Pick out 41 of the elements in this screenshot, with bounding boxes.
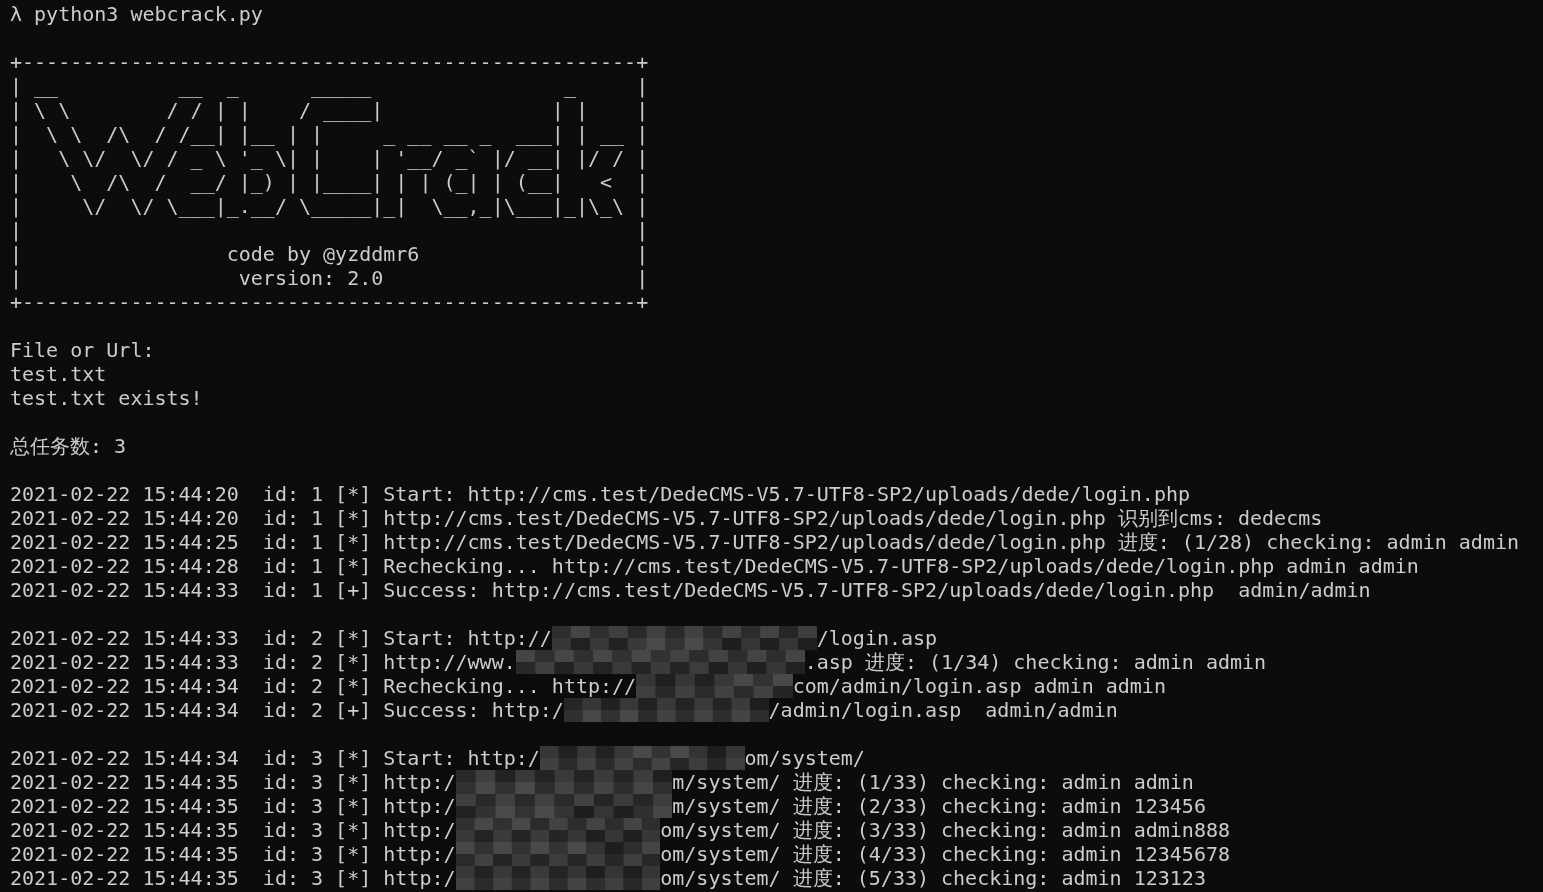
log-line: /admin/login.asp admin/admin — [768, 698, 1118, 722]
task-count: 总任务数: 3 — [10, 434, 127, 458]
log-line: 2021-02-22 15:44:20 id: 1 [*] http://cms.test/DedeCMS-V5.7-UTF8-SP2/uploads/dede/login.php 识别到cms: dedecms — [10, 506, 1323, 530]
banner-line: | | — [10, 218, 649, 242]
log-line: 2021-02-22 15:44:35 id: 3 [*] http:/ — [10, 770, 456, 794]
banner-line: | \ /\ / __/ |_) | |____| | | (_| | (__| < | — [10, 170, 649, 194]
log-line: m/system/ 进度: (2/33) checking: admin 123456 — [672, 794, 1206, 818]
output-line: test.txt — [10, 362, 107, 386]
log-line: 2021-02-22 15:44:34 id: 2 [+] Success: http:/ — [10, 698, 564, 722]
log-line: 2021-02-22 15:44:35 id: 3 [*] http:/ — [10, 866, 456, 890]
banner-line: +---------------------------------------------------+ — [10, 50, 649, 74]
banner-line: +---------------------------------------------------+ — [10, 290, 649, 314]
log-line: /login.asp — [816, 626, 938, 650]
log-line: 2021-02-22 15:44:35 id: 3 [*] http:/ — [10, 842, 456, 866]
banner-line: | __ __ _ _____ _ | — [10, 74, 649, 98]
log-line: 2021-02-22 15:44:35 id: 3 [*] http:/ — [10, 818, 456, 842]
log-line: 2021-02-22 15:44:33 id: 1 [+] Success: http://cms.test/DedeCMS-V5.7-UTF8-SP2/uploads/dede/login.php admin/admin — [10, 578, 1371, 602]
banner-line: | \ \ /\ / /__| |__ | | _ __ __ _ ___| | __ | — [10, 122, 649, 146]
log-line: 2021-02-22 15:44:35 id: 3 [*] http:/ — [10, 794, 456, 818]
output-line: File or Url: — [10, 338, 155, 362]
log-line: om/system/ 进度: (4/33) checking: admin 12345678 — [660, 842, 1231, 866]
output-line: test.txt exists! — [10, 386, 203, 410]
log-line: 2021-02-22 15:44:33 id: 2 [*] Start: http:// — [10, 626, 552, 650]
log-line: 2021-02-22 15:44:33 id: 2 [*] http://www. — [10, 650, 516, 674]
command-line: λ python3 webcrack.py — [10, 2, 263, 26]
log-line: 2021-02-22 15:44:28 id: 1 [*] Rechecking... http://cms.test/DedeCMS-V5.7-UTF8-SP2/uploads/dede/login.php admin admin — [10, 554, 1419, 578]
log-line: m/system/ 进度: (1/33) checking: admin admin — [672, 770, 1194, 794]
log-line: 2021-02-22 15:44:25 id: 1 [*] http://cms.test/DedeCMS-V5.7-UTF8-SP2/uploads/dede/login.php 进度: (1/28) checking: admin admin — [10, 530, 1519, 554]
log-line: com/admin/login.asp admin admin — [792, 674, 1166, 698]
log-line: 2021-02-22 15:44:34 id: 2 [*] Rechecking... http:// — [10, 674, 637, 698]
banner-line: | \ \/ \/ / _ \ '_ \| | | '__/ _` |/ __| |/ / | — [10, 146, 649, 170]
log-line: om/system/ — [744, 746, 865, 770]
log-line: 2021-02-22 15:44:34 id: 3 [*] Start: http:/ — [10, 746, 540, 770]
banner-line: | \ \ / / | | / ____| | | | — [10, 98, 649, 122]
log-line: 2021-02-22 15:44:20 id: 1 [*] Start: http://cms.test/DedeCMS-V5.7-UTF8-SP2/uploads/dede/login.php — [10, 482, 1191, 506]
log-line: om/system/ 进度: (5/33) checking: admin 123123 — [660, 866, 1206, 890]
banner-line: | version: 2.0 | — [10, 266, 649, 290]
log-line: om/system/ 进度: (3/33) checking: admin admin888 — [660, 818, 1231, 842]
banner-line: | \/ \/ \___|_.__/ \_____|_| \__,_|\___|_|\_\ | — [10, 194, 649, 218]
log-line: .asp 进度: (1/34) checking: admin admin — [804, 650, 1267, 674]
banner-line: | code by @yzddmr6 | — [10, 242, 649, 266]
